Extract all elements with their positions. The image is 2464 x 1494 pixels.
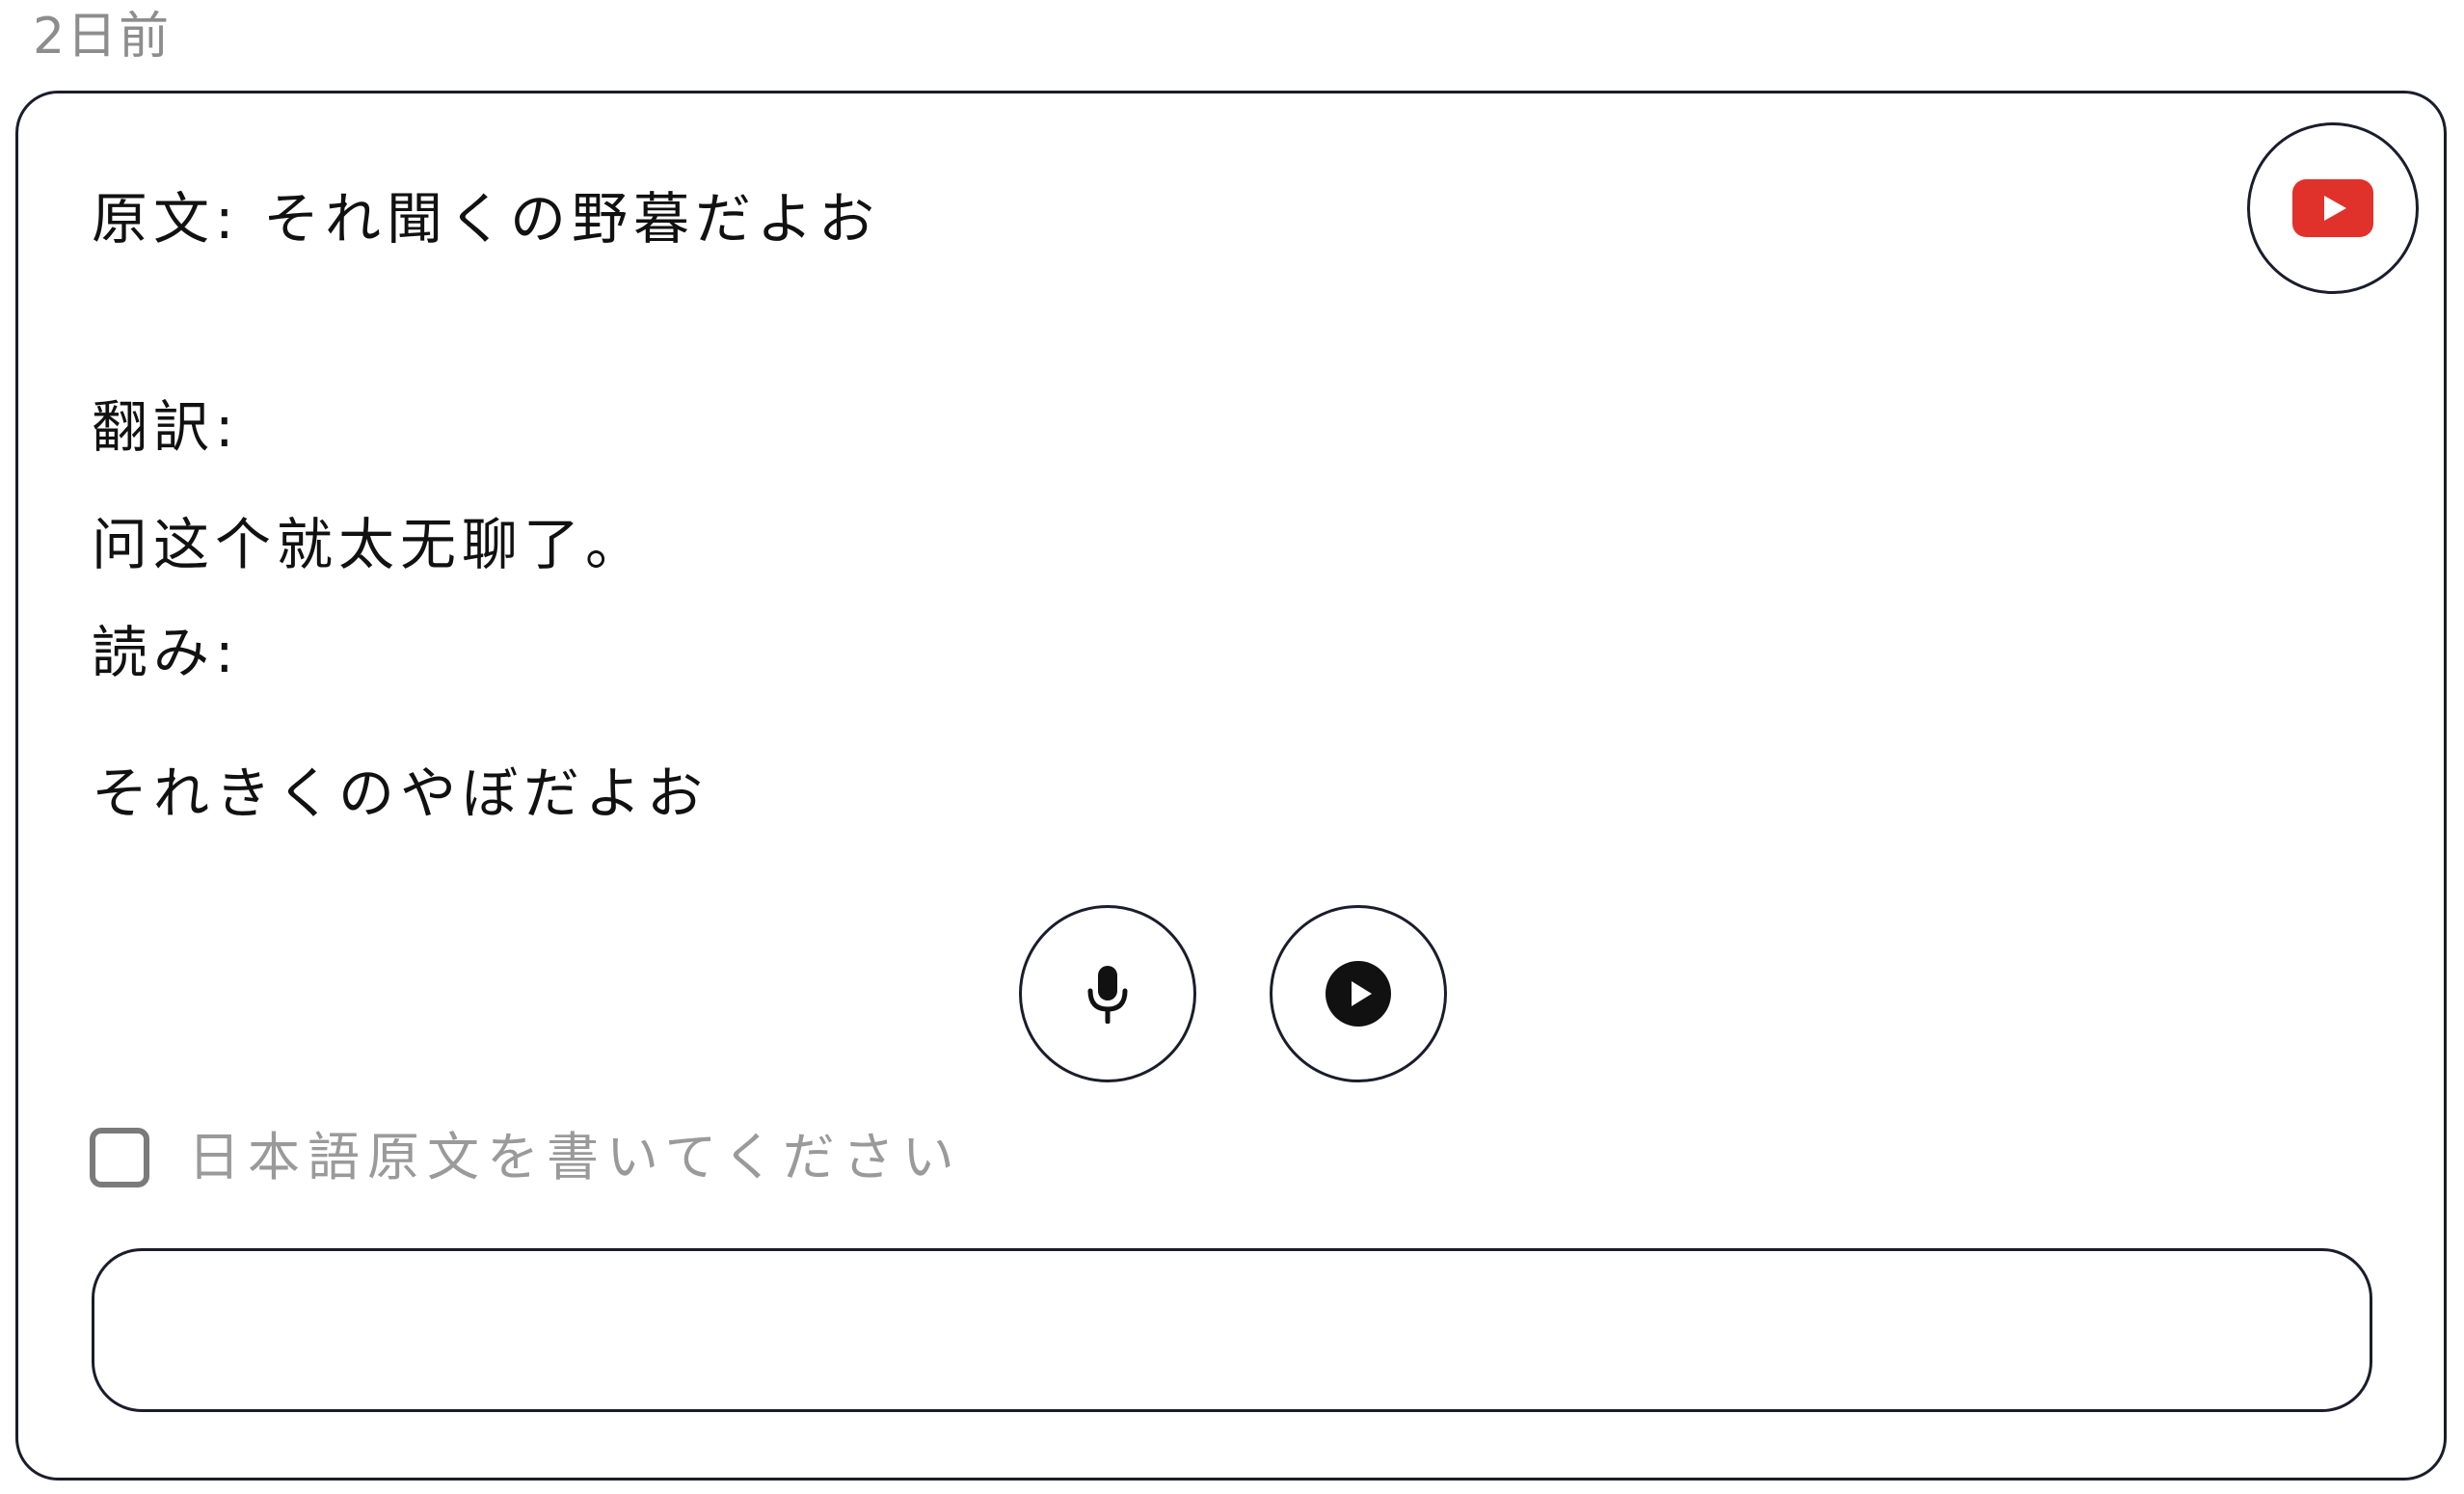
translation-label: 翻訳: <box>92 394 240 460</box>
reading-label: 読み: <box>92 620 240 685</box>
youtube-button[interactable] <box>2247 122 2419 294</box>
youtube-icon <box>2292 179 2373 237</box>
play-audio-button[interactable] <box>1270 905 1447 1082</box>
write-original-checkbox[interactable] <box>90 1128 149 1187</box>
translation-text: 问这个就太无聊了。 <box>92 512 648 577</box>
original-text: それ聞くの野暮だよお <box>262 186 880 252</box>
write-original-label: 日本語原文を書いてください <box>188 1127 962 1187</box>
record-button[interactable] <box>1019 905 1196 1082</box>
original-label: 原文: <box>92 186 240 252</box>
microphone-icon <box>1087 966 1128 1024</box>
reading-text: それきくのやぼだよお <box>92 760 710 826</box>
timestamp: 2日前 <box>33 8 172 66</box>
play-circle-icon <box>1326 961 1391 1027</box>
phrase-card: 原文: それ聞くの野暮だよお 翻訳: 问这个就太无聊了。 読み: それきくのやぼ… <box>15 91 2447 1481</box>
answer-input[interactable] <box>92 1248 2372 1412</box>
original-line: 原文: それ聞くの野暮だよお <box>92 182 880 255</box>
write-original-option: 日本語原文を書いてください <box>90 1121 962 1194</box>
